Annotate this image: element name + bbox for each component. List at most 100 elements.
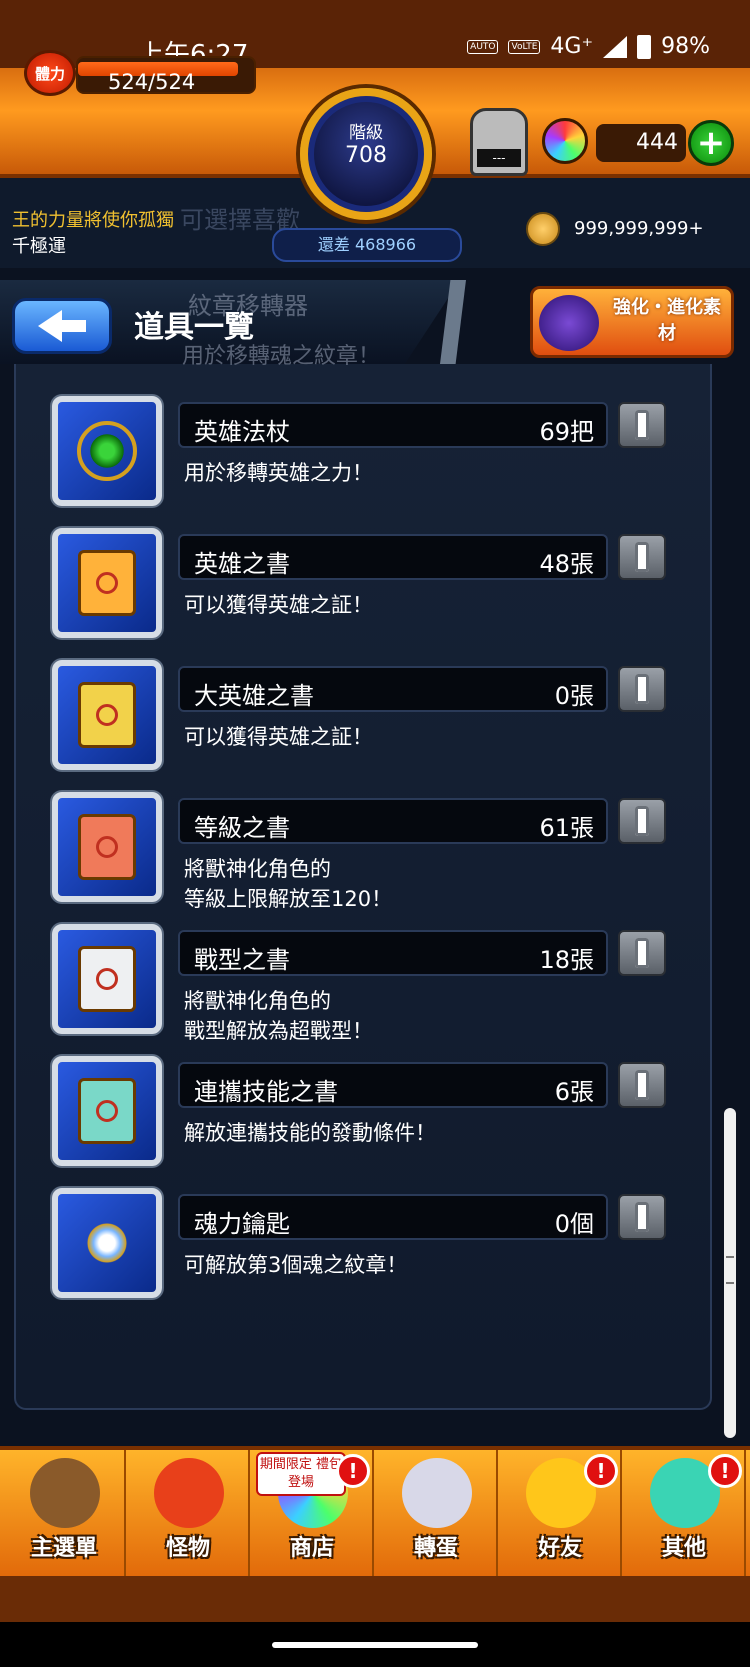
item-icon bbox=[52, 528, 162, 638]
item-name: 連攜技能之書 bbox=[194, 1078, 338, 1106]
item-name: 戰型之書 bbox=[194, 946, 290, 974]
alert-icon: ! bbox=[584, 1454, 618, 1488]
list-item[interactable]: 魂力鑰匙 0個可解放第3個魂之紋章！ bbox=[16, 1188, 714, 1328]
castle-icon bbox=[30, 1458, 100, 1528]
home-gesture-bar[interactable] bbox=[272, 1642, 478, 1648]
nav-label: 主選單 bbox=[30, 1536, 97, 1561]
rank-badge[interactable]: 階級 708 bbox=[300, 88, 432, 220]
materials-label: 強化・進化素材 bbox=[613, 297, 721, 344]
coin-value: 999,999,999+ bbox=[574, 218, 704, 239]
list-item[interactable]: 英雄之書 48張可以獲得英雄之証！ bbox=[16, 528, 714, 668]
rank-label: 階級 bbox=[349, 123, 383, 143]
list-item[interactable]: 戰型之書 18張將獸神化角色的戰型解放為超戰型！ bbox=[16, 924, 714, 1064]
add-orb-button[interactable]: + bbox=[688, 120, 734, 166]
item-description-line: 將獸神化角色的 bbox=[184, 989, 331, 1013]
list-item[interactable]: 大英雄之書 0張可以獲得英雄之証！ bbox=[16, 660, 714, 800]
item-description-line: 等級上限解放至120！ bbox=[184, 887, 393, 911]
item-description-line: 戰型解放為超戰型！ bbox=[184, 1019, 373, 1043]
list-item[interactable]: 等級之書 61張將獸神化角色的等級上限解放至120！ bbox=[16, 792, 714, 932]
item-name-bar: 連攜技能之書 6張 bbox=[178, 1062, 608, 1108]
staff-icon bbox=[77, 421, 137, 481]
marquee-title: 王的力量將使你孤獨 bbox=[12, 210, 174, 231]
info-button[interactable] bbox=[618, 534, 666, 580]
scrollbar-grip-icon bbox=[726, 1256, 734, 1284]
stamina-text: 524/524 bbox=[108, 70, 196, 94]
item-icon bbox=[52, 1188, 162, 1298]
info-icon bbox=[635, 1070, 649, 1100]
item-count: 0個 bbox=[554, 1210, 594, 1238]
orb-count: 444 bbox=[596, 124, 686, 162]
item-description: 解放連攜技能的發動條件！ bbox=[184, 1118, 436, 1148]
item-count: 61張 bbox=[539, 814, 594, 842]
stamina-icon: 體力 bbox=[24, 50, 76, 96]
volte-icon: VoLTE bbox=[508, 39, 541, 54]
item-name: 大英雄之書 bbox=[194, 682, 314, 710]
info-icon bbox=[635, 542, 649, 572]
list-item[interactable]: 英雄法杖 69把用於移轉英雄之力！ bbox=[16, 396, 714, 536]
nav-monster[interactable]: 怪物 bbox=[128, 1450, 250, 1576]
list-item[interactable]: 連攜技能之書 6張解放連攜技能的發動條件！ bbox=[16, 1056, 714, 1196]
nav-label: 其他 bbox=[661, 1536, 706, 1561]
capsule-machine-icon[interactable]: --- bbox=[470, 108, 528, 176]
item-list-panel[interactable]: 英雄法杖 69把 用於移轉英雄之力！ 英雄之書 48張 可以獲得英雄之証！ 大英雄之書 0張可… bbox=[14, 364, 712, 1410]
info-icon bbox=[635, 1202, 649, 1232]
nav-label: 商店 bbox=[289, 1536, 334, 1561]
item-name-bar: 英雄法杖 69把 bbox=[178, 402, 608, 448]
nav-shop[interactable]: 期間限定 禮包登場商店! bbox=[252, 1450, 374, 1576]
key-icon bbox=[75, 1211, 139, 1275]
nav-castle[interactable]: 主選單 bbox=[4, 1450, 126, 1576]
rank-value: 708 bbox=[345, 143, 387, 168]
back-button[interactable] bbox=[12, 298, 112, 354]
back-arrow-icon bbox=[38, 310, 62, 342]
item-count: 48張 bbox=[539, 550, 594, 578]
scroll-icon bbox=[78, 550, 136, 616]
item-name-bar: 戰型之書 18張 bbox=[178, 930, 608, 976]
materials-button[interactable]: 強化・進化素材 bbox=[530, 286, 734, 358]
scroll-emblem-icon bbox=[96, 572, 118, 594]
info-button[interactable] bbox=[618, 1194, 666, 1240]
scroll-icon bbox=[78, 946, 136, 1012]
scroll-icon bbox=[78, 682, 136, 748]
rank-next-exp: 還差 468966 bbox=[272, 228, 462, 262]
back-arrow-tail bbox=[62, 320, 86, 332]
item-description-line: 可以獲得英雄之証！ bbox=[184, 725, 373, 749]
info-icon bbox=[635, 410, 649, 440]
item-count: 0張 bbox=[554, 682, 594, 710]
gacha-icon bbox=[402, 1458, 472, 1528]
nav-label: 好友 bbox=[537, 1536, 582, 1561]
item-name: 英雄法杖 bbox=[194, 418, 290, 446]
stamina-bar: 524/524 bbox=[76, 56, 256, 94]
nav-other[interactable]: 其他! bbox=[624, 1450, 746, 1576]
item-description-line: 將獸神化角色的 bbox=[184, 857, 331, 881]
item-description: 可以獲得英雄之証！ bbox=[184, 590, 373, 620]
scroll-emblem-icon bbox=[96, 968, 118, 990]
info-button[interactable] bbox=[618, 1062, 666, 1108]
item-name: 魂力鑰匙 bbox=[194, 1210, 290, 1238]
item-description-line: 用於移轉英雄之力！ bbox=[184, 461, 373, 485]
monster-icon bbox=[154, 1458, 224, 1528]
item-name-bar: 等級之書 61張 bbox=[178, 798, 608, 844]
gold-coin-icon bbox=[526, 212, 560, 246]
alert-icon: ! bbox=[708, 1454, 742, 1488]
machine-screen: --- bbox=[477, 149, 521, 167]
info-button[interactable] bbox=[618, 798, 666, 844]
info-button[interactable] bbox=[618, 666, 666, 712]
battery-icon bbox=[637, 34, 652, 59]
alert-icon: ! bbox=[336, 1454, 370, 1488]
item-description-line: 可解放第3個魂之紋章！ bbox=[184, 1253, 408, 1277]
item-description-line: 可以獲得英雄之証！ bbox=[184, 593, 373, 617]
marquee-subtitle: 千極運 bbox=[12, 236, 66, 257]
item-description: 將獸神化角色的等級上限解放至120！ bbox=[184, 854, 392, 914]
item-name-bar: 大英雄之書 0張 bbox=[178, 666, 608, 712]
item-count: 6張 bbox=[554, 1078, 594, 1106]
item-name: 英雄之書 bbox=[194, 550, 290, 578]
info-button[interactable] bbox=[618, 402, 666, 448]
nav-friends[interactable]: 好友! bbox=[500, 1450, 622, 1576]
auto-hz-icon: AUTO bbox=[467, 39, 499, 54]
page-title: 道具一覽 bbox=[134, 310, 254, 345]
nav-gacha[interactable]: 轉蛋 bbox=[376, 1450, 498, 1576]
info-button[interactable] bbox=[618, 930, 666, 976]
network-label: 4G⁺ bbox=[550, 34, 594, 59]
shop-promo-badge: 期間限定 禮包登場 bbox=[256, 1452, 346, 1496]
scroll-emblem-icon bbox=[96, 1100, 118, 1122]
